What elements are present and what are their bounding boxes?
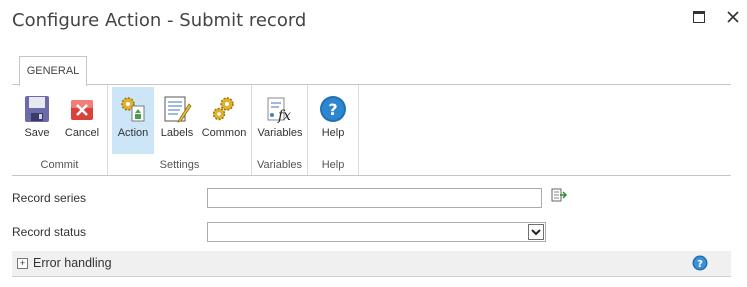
group-label-variables: Variables	[256, 159, 303, 171]
close-icon	[727, 11, 739, 23]
chevron-down-icon[interactable]	[528, 224, 544, 240]
labels-button[interactable]: Labels	[156, 87, 198, 154]
svg-text:?: ?	[328, 100, 337, 119]
svg-text:?: ?	[697, 259, 703, 270]
close-button[interactable]	[724, 8, 742, 26]
cancel-label: Cancel	[64, 127, 100, 139]
expand-icon[interactable]: +	[17, 258, 28, 269]
cancel-button[interactable]: Cancel	[60, 87, 104, 154]
record-status-label: Record status	[12, 225, 87, 239]
action-icon	[121, 97, 145, 122]
group-label-settings: Settings	[159, 159, 200, 171]
help-button[interactable]: ? Help	[312, 87, 354, 154]
svg-text:fx: fx	[277, 108, 291, 124]
ribbon-group-settings: Action Labels Common Settings	[108, 85, 252, 175]
tab-general[interactable]: GENERAL	[19, 56, 87, 86]
save-button[interactable]: Save	[16, 87, 58, 154]
variables-label: Variables	[257, 127, 303, 139]
dialog-title: Configure Action - Submit record	[12, 10, 307, 31]
labels-icon	[164, 96, 192, 123]
record-status-select[interactable]	[207, 222, 546, 242]
group-label-commit: Commit	[40, 159, 79, 171]
cancel-icon	[71, 100, 93, 120]
error-handling-section[interactable]: + Error handling ?	[12, 251, 731, 277]
maximize-icon	[693, 11, 705, 23]
help-icon[interactable]: ?	[692, 255, 708, 271]
common-button[interactable]: Common	[200, 87, 248, 154]
error-handling-label: Error handling	[33, 256, 112, 270]
ribbon-group-help: ? Help Help	[308, 85, 359, 175]
action-button[interactable]: Action	[112, 87, 154, 154]
help-label: Help	[321, 127, 345, 139]
maximize-button[interactable]	[690, 8, 708, 26]
ribbon: Save Cancel Commit Action Labels Common …	[12, 84, 731, 176]
save-icon	[25, 96, 49, 122]
common-label: Common	[201, 127, 247, 139]
variables-icon: fx	[267, 97, 291, 124]
save-label: Save	[24, 127, 50, 139]
action-label: Action	[117, 127, 149, 139]
record-picker-icon[interactable]	[551, 188, 567, 202]
variables-button[interactable]: fx Variables	[256, 87, 304, 154]
record-series-input[interactable]	[207, 188, 542, 208]
common-icon	[212, 97, 234, 121]
record-series-label: Record series	[12, 191, 87, 205]
group-label-help: Help	[321, 159, 345, 171]
ribbon-group-variables: fx Variables Variables	[252, 85, 308, 175]
help-icon: ?	[320, 96, 346, 122]
labels-label: Labels	[160, 127, 194, 139]
ribbon-group-commit: Save Cancel Commit	[12, 85, 108, 175]
